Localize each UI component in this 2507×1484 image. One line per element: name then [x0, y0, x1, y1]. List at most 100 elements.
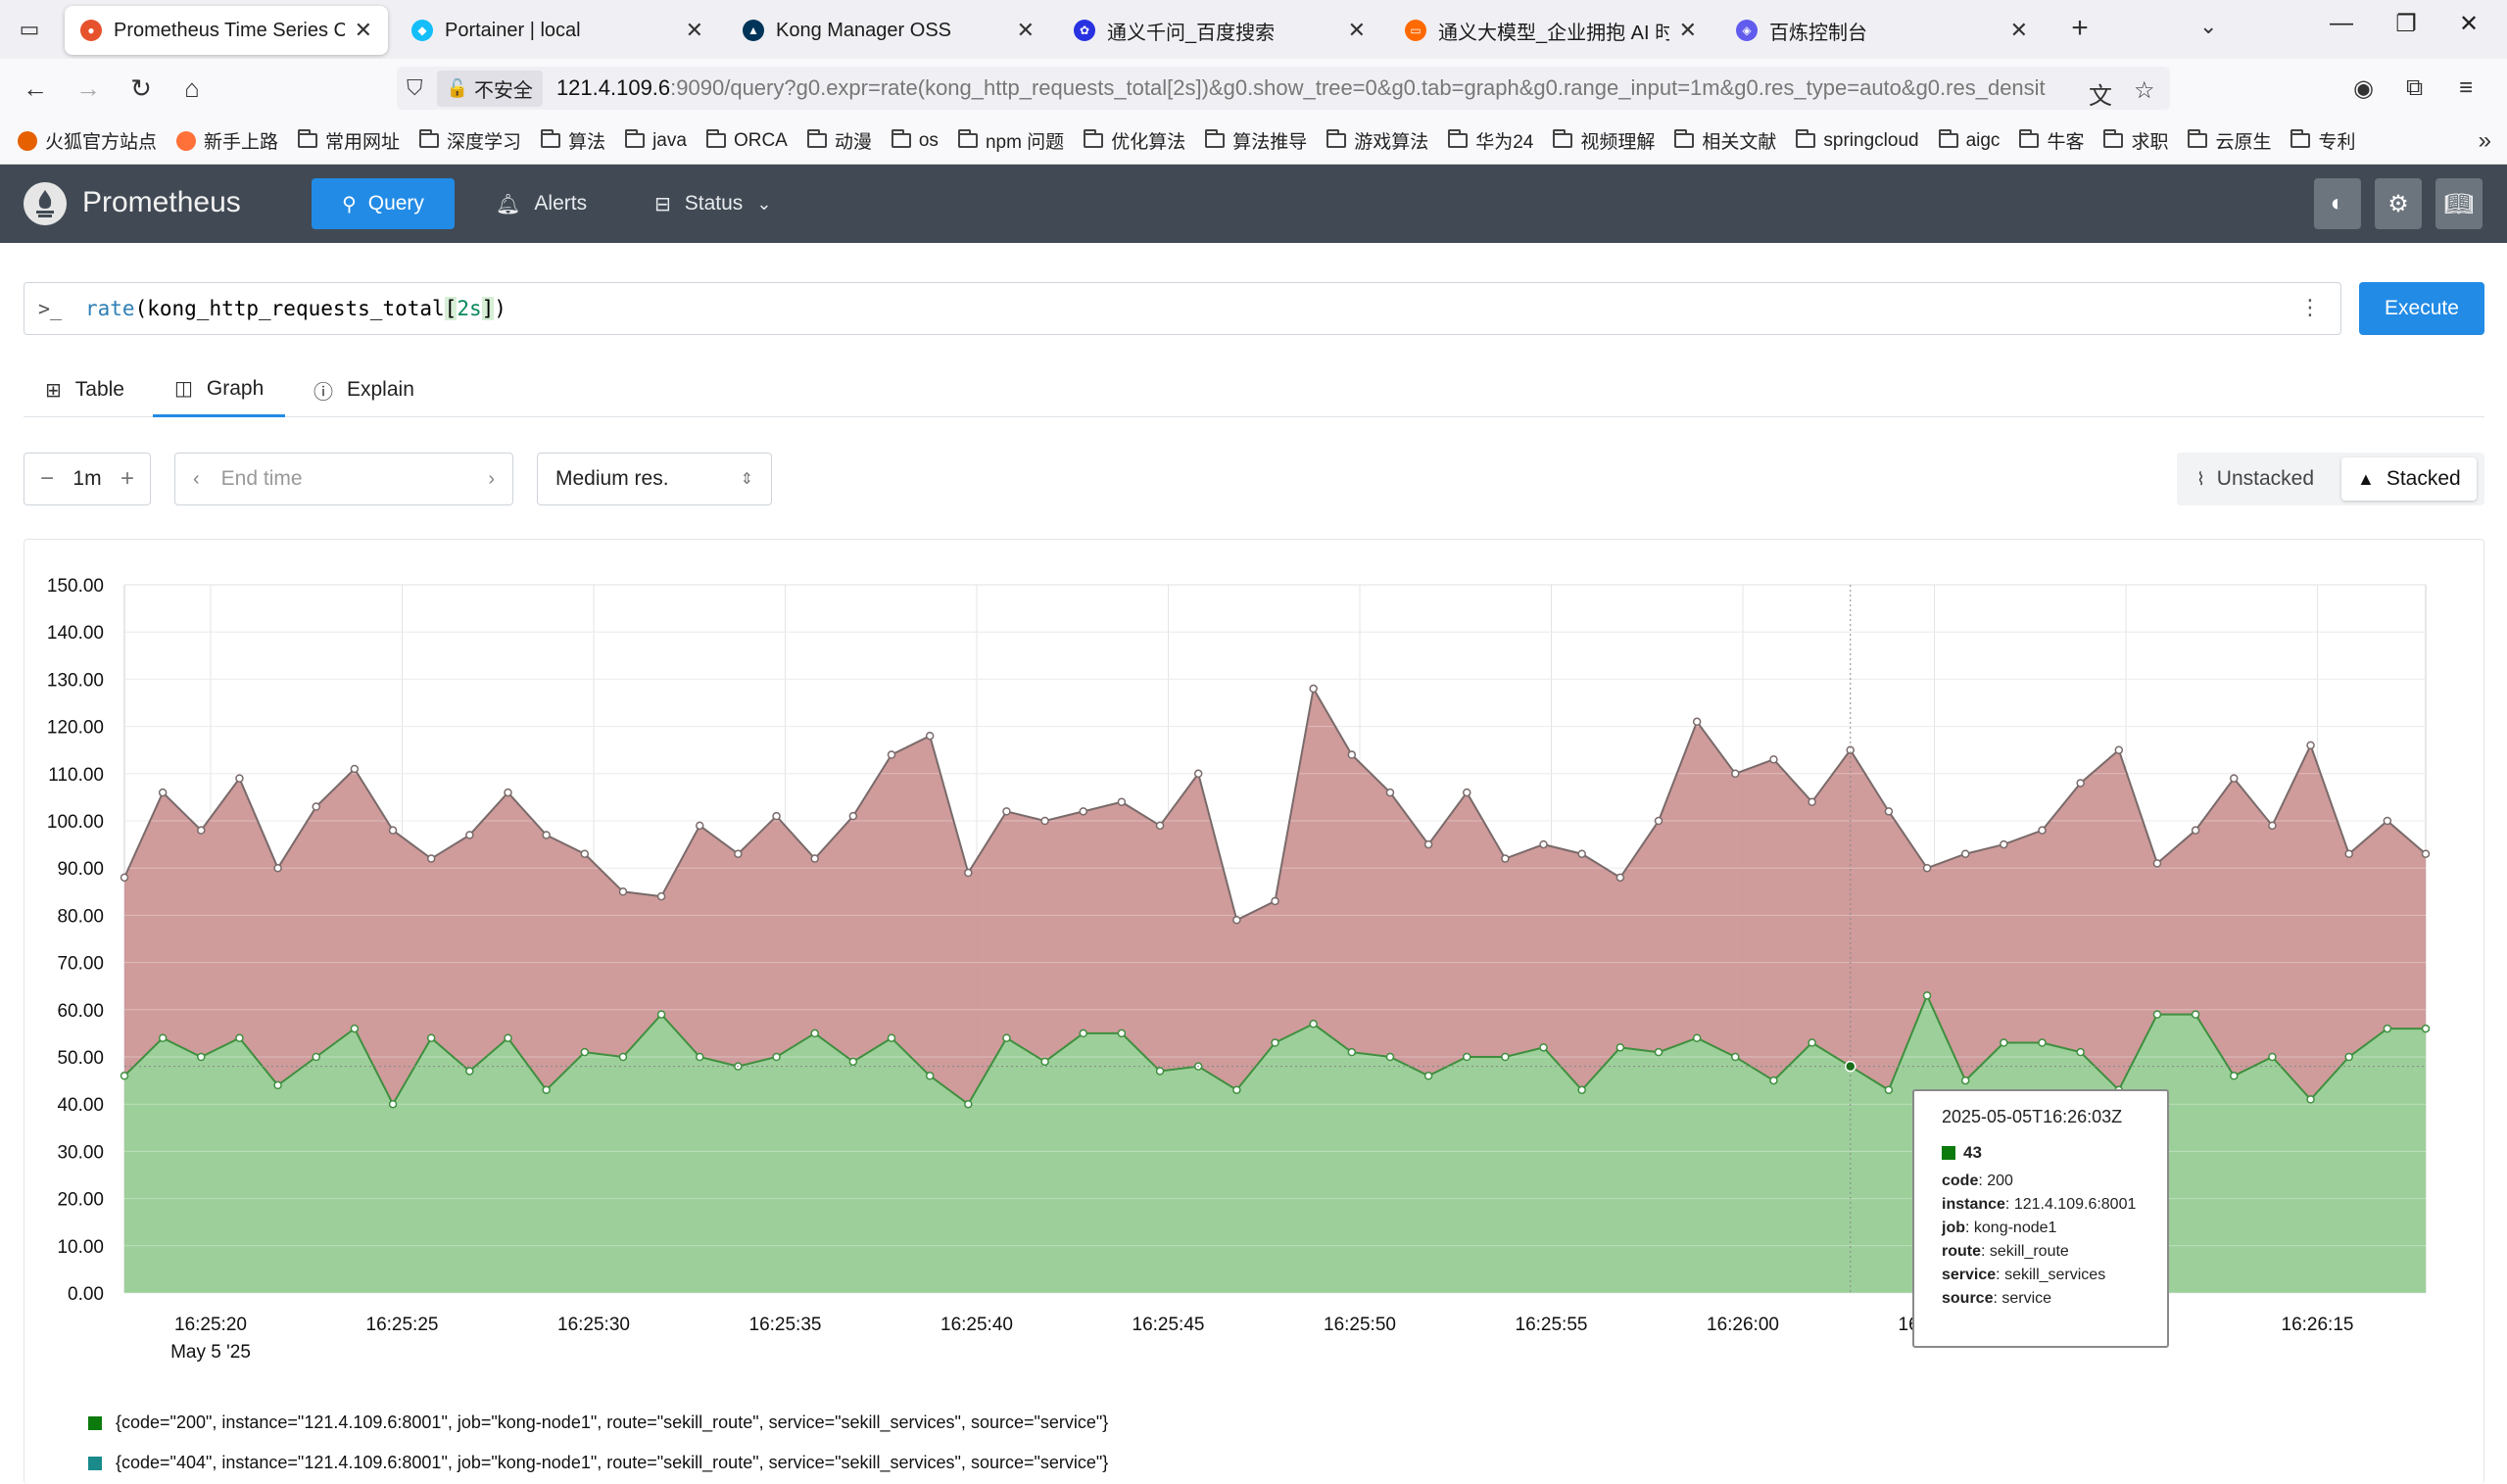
series-404-point: [1193, 769, 1203, 779]
tooltip-time: 2025-05-05T16:26:03Z: [1942, 1107, 2123, 1126]
series-200-point: [2230, 1072, 2239, 1080]
y-tick-label: 90.00: [57, 859, 104, 880]
legend-swatch: [88, 1456, 102, 1470]
series-404-point: [2421, 849, 2431, 858]
series-200-point: [2191, 1010, 2200, 1019]
series-404-point: [1615, 873, 1625, 883]
series-404-point: [734, 849, 743, 858]
series-404-point: [2191, 826, 2200, 835]
series-404-point: [772, 811, 781, 821]
series-404-point: [1463, 788, 1471, 797]
series-200-point: [1577, 1085, 1586, 1094]
series-404-point: [1501, 854, 1510, 863]
series-200-point: [426, 1033, 436, 1042]
tooltip-series-swatch: [1942, 1146, 1955, 1160]
series-404-point: [1654, 816, 1663, 826]
series-200-point: [350, 1024, 360, 1033]
tooltip-label-row: instance: 121.4.109.6:8001: [1942, 1196, 2137, 1213]
series-404-point: [235, 774, 244, 783]
series-200-point: [580, 1047, 590, 1057]
series-200-point: [1347, 1047, 1357, 1057]
series-200-point: [2038, 1038, 2047, 1047]
series-404-point: [465, 831, 474, 839]
y-tick-label: 150.00: [47, 576, 104, 597]
hover-point: [1845, 1060, 1856, 1073]
series-404-point: [656, 891, 666, 901]
series-200-point: [1808, 1038, 1816, 1047]
tooltip-label-row: service: sekill_services: [1942, 1267, 2106, 1283]
series-404-point: [696, 821, 704, 831]
tooltip-label-value: sekill_services: [2004, 1267, 2106, 1283]
tooltip-label-row: job: kong-node1: [1942, 1220, 2057, 1236]
series-200-point: [1155, 1067, 1165, 1076]
y-tick-label: 0.00: [68, 1284, 104, 1305]
x-tick-label: 16:26:15: [2282, 1315, 2354, 1335]
series-200-point: [810, 1029, 819, 1038]
x-tick-label: 16:25:30: [557, 1315, 630, 1335]
series-404-point: [1232, 915, 1241, 925]
series-404-point: [848, 811, 858, 821]
series-200-point: [2421, 1024, 2431, 1033]
y-tick-label: 60.00: [57, 1001, 104, 1022]
series-200-point: [618, 1052, 628, 1062]
series-200-point: [1271, 1038, 1279, 1047]
series-200-point: [1232, 1085, 1241, 1094]
series-404-point: [542, 831, 551, 839]
x-tick-label: 16:25:45: [1133, 1315, 1205, 1335]
series-200-point: [1423, 1072, 1433, 1080]
series-200-point: [887, 1033, 896, 1042]
series-404-point: [1347, 750, 1357, 759]
legend-item-code-404[interactable]: {code="404", instance="121.4.109.6:8001"…: [88, 1443, 1108, 1483]
series-404-point: [426, 854, 436, 863]
tooltip-label-key: source: [1942, 1290, 1994, 1307]
series-200-point: [1769, 1076, 1778, 1085]
series-200-point: [772, 1052, 781, 1062]
series-404-point: [1539, 839, 1548, 849]
tooltip-label-value: sekill_route: [1989, 1243, 2069, 1260]
series-200-point: [235, 1033, 244, 1042]
legend-item-code-200[interactable]: {code="200", instance="121.4.109.6:8001"…: [88, 1403, 1108, 1443]
series-200-point: [158, 1033, 168, 1042]
tooltip-label-key: instance: [1942, 1196, 2005, 1213]
series-404-point: [1577, 849, 1586, 858]
series-404-point: [1079, 807, 1087, 816]
series-404-point: [1960, 849, 1970, 858]
legend-label: {code="404", instance="121.4.109.6:8001"…: [116, 1453, 1109, 1472]
series-200-point: [1654, 1047, 1663, 1057]
series-200-point: [696, 1052, 704, 1062]
series-200-point: [504, 1033, 512, 1042]
series-404-point: [810, 854, 819, 863]
y-tick-label: 30.00: [57, 1142, 104, 1163]
series-404-point: [120, 873, 129, 883]
series-404-point: [2344, 849, 2353, 858]
series-200-point: [465, 1067, 474, 1076]
series-404-point: [1922, 863, 1932, 873]
series-404-point: [2114, 745, 2124, 754]
series-404-point: [1692, 717, 1702, 727]
series-404-point: [1884, 807, 1894, 816]
series-404-point: [1423, 839, 1433, 849]
series-200-point: [2000, 1038, 2008, 1047]
series-200-point: [1884, 1085, 1894, 1094]
series-404-point: [1385, 788, 1395, 797]
tooltip-value: 43: [1942, 1143, 2140, 1163]
tooltip-label-row: route: sekill_route: [1942, 1243, 2069, 1260]
x-tick-label: 16:25:20: [174, 1315, 247, 1335]
tooltip-label-value: service: [2001, 1290, 2052, 1307]
series-200-point: [2306, 1095, 2315, 1104]
series-404-point: [1040, 816, 1049, 826]
y-tick-label: 100.00: [47, 812, 104, 833]
series-200-point: [1501, 1052, 1510, 1062]
series-404-point: [1155, 821, 1165, 831]
series-404-point: [580, 849, 590, 858]
tooltip-label-value: 200: [1987, 1173, 2013, 1189]
tooltip-value-text: 43: [1963, 1143, 1982, 1162]
series-404-point: [350, 764, 360, 774]
series-200-point: [1002, 1033, 1011, 1042]
series-404-point: [2152, 859, 2162, 868]
x-tick-label: 16:25:25: [366, 1315, 439, 1335]
x-tick-label: 16:25:50: [1324, 1315, 1396, 1335]
series-200-point: [120, 1072, 129, 1080]
series-200-point: [1117, 1029, 1127, 1038]
y-tick-label: 40.00: [57, 1095, 104, 1116]
